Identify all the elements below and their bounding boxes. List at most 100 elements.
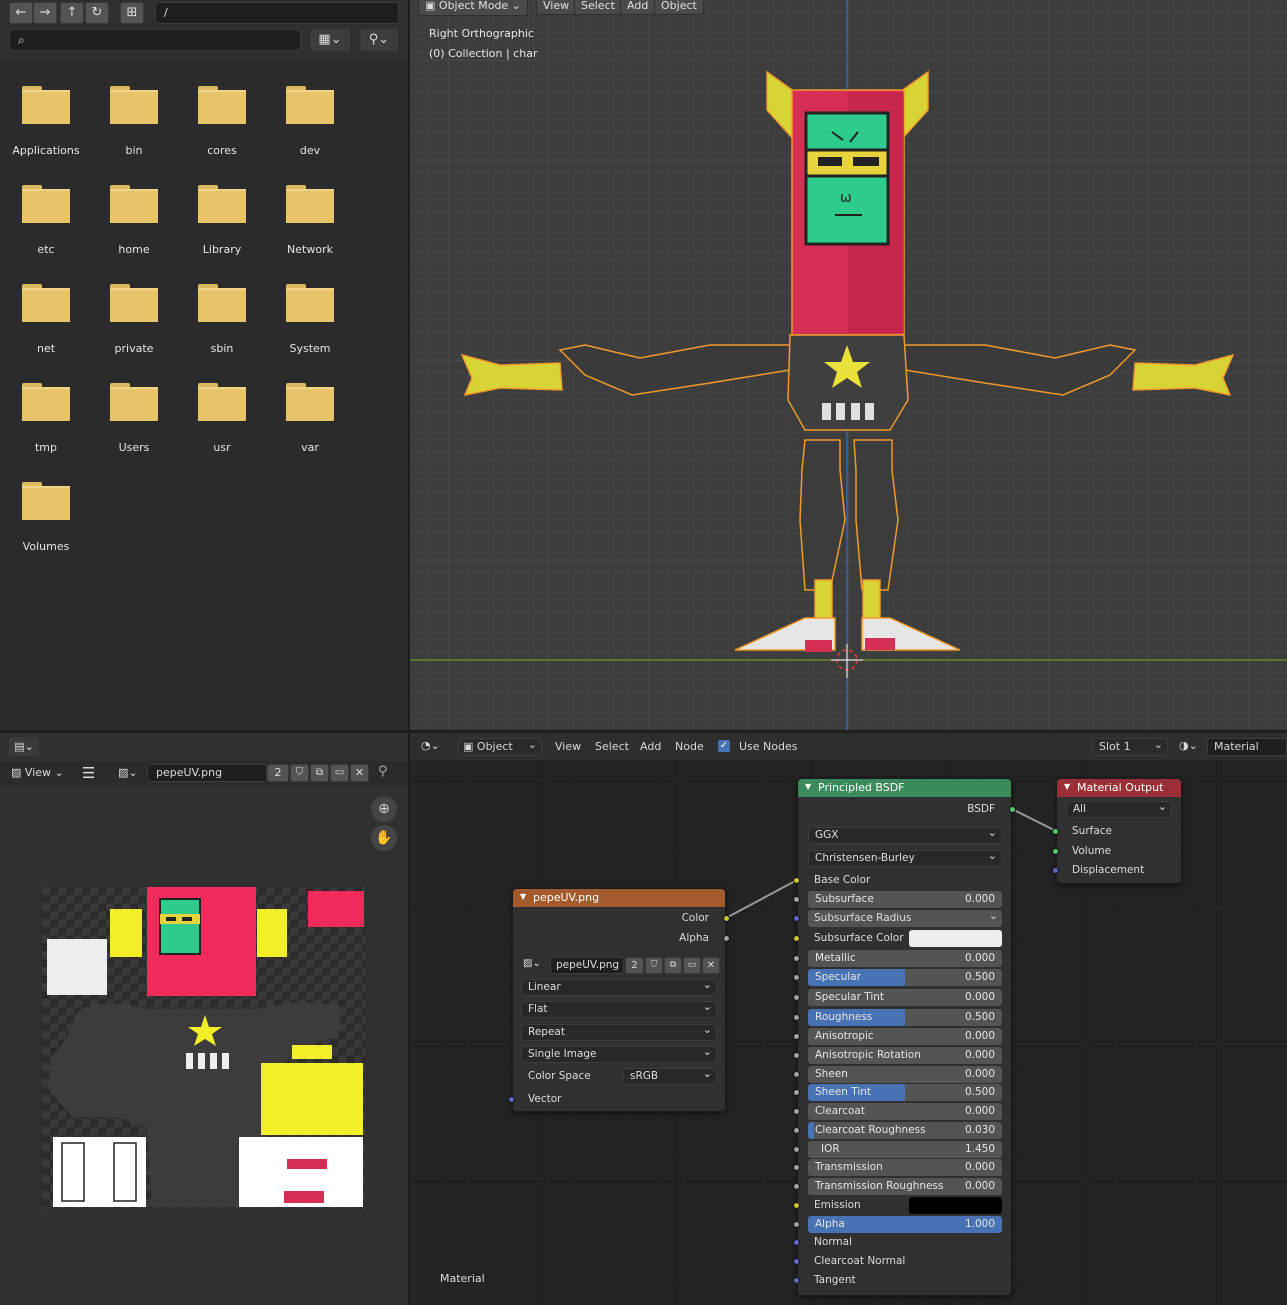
input-socket[interactable] (793, 1127, 800, 1134)
subsurface-method-select[interactable]: Christensen-Burley (808, 848, 1002, 867)
open-folder-icon[interactable]: ▭ (683, 957, 701, 974)
forward-arrow-icon[interactable]: → (33, 2, 57, 24)
extension-select[interactable]: Repeat (521, 1022, 717, 1041)
param-slider[interactable]: Anisotropic Rotation 0.000 (808, 1047, 1002, 1064)
param-slider[interactable]: Transmission 0.000 (808, 1159, 1002, 1176)
refresh-icon[interactable]: ↻ (85, 2, 109, 24)
subsurface-color-swatch[interactable] (909, 930, 1002, 947)
view-menu[interactable]: ▨ View ⌄ (11, 766, 64, 779)
volume-input-socket[interactable] (1052, 848, 1059, 855)
param-slider[interactable]: Transmission Roughness 0.000 (808, 1178, 1002, 1195)
input-socket[interactable] (793, 1221, 800, 1228)
back-arrow-icon[interactable]: ← (9, 2, 33, 24)
folder-item[interactable]: cores (177, 80, 265, 175)
parent-directory-icon[interactable]: ↑ (60, 2, 84, 24)
input-socket[interactable] (793, 1033, 800, 1040)
menu-node[interactable]: Node (675, 740, 704, 753)
image-name-field[interactable]: pepeUV.png (550, 957, 624, 974)
source-select[interactable]: Single Image (521, 1044, 717, 1063)
uv-texture-image[interactable] (42, 887, 365, 1209)
folder-item[interactable]: home (89, 179, 177, 274)
param-slider[interactable]: Roughness 0.500 (808, 1009, 1002, 1026)
input-socket[interactable] (793, 935, 800, 942)
folder-item[interactable]: bin (89, 80, 177, 175)
shader-type-select[interactable]: ▣ Object ⌄ (458, 738, 542, 756)
image-browse-icon[interactable]: ▨⌄ (523, 958, 541, 969)
input-socket[interactable] (793, 896, 800, 903)
displacement-input-socket[interactable] (1052, 867, 1059, 874)
unlink-close-icon[interactable]: ✕ (350, 764, 369, 782)
projection-select[interactable]: Flat (521, 999, 717, 1018)
folder-item[interactable]: Network (265, 179, 353, 274)
input-socket[interactable] (793, 1071, 800, 1078)
param-slider[interactable]: Anisotropic 0.000 (808, 1028, 1002, 1045)
principled-bsdf-node[interactable]: Principled BSDF ▼ BSDF GGX Christensen-B… (793, 778, 1016, 1296)
param-slider[interactable]: Clearcoat 0.000 (808, 1103, 1002, 1120)
interpolation-select[interactable]: Linear (521, 977, 717, 996)
fake-user-shield-icon[interactable]: ⛉ (290, 764, 309, 782)
target-select[interactable]: All (1066, 799, 1172, 818)
editor-type-icon[interactable]: ◔⌄ (421, 739, 440, 752)
bsdf-output-socket[interactable] (1009, 806, 1016, 813)
hamburger-menu-icon[interactable]: ☰ (82, 764, 95, 782)
param-slider[interactable]: Clearcoat Roughness 0.030 (808, 1122, 1002, 1139)
image-name-field[interactable]: pepeUV.png (147, 764, 267, 782)
menu-view[interactable]: View (536, 0, 577, 15)
menu-view[interactable]: View (555, 740, 581, 753)
param-slider[interactable]: Sheen 0.000 (808, 1066, 1002, 1083)
input-socket[interactable] (793, 1089, 800, 1096)
input-socket[interactable] (793, 1052, 800, 1059)
param-slider[interactable]: Metallic 0.000 (808, 950, 1002, 967)
param-slider[interactable]: Sheen Tint 0.500 (808, 1084, 1002, 1101)
input-socket[interactable] (793, 1258, 800, 1265)
duplicate-icon[interactable]: ⧉ (310, 764, 329, 782)
image-texture-node[interactable]: pepeUV.png ▼ Color Alpha ▨⌄ pepeUV.png 2… (508, 888, 730, 1112)
input-socket[interactable] (793, 915, 800, 922)
base-color-socket[interactable] (793, 877, 800, 884)
vector-input-socket[interactable] (508, 1096, 515, 1103)
display-mode-button[interactable]: ▦⌄ (310, 29, 350, 51)
path-field[interactable]: / (155, 2, 399, 24)
folder-item[interactable]: Users (89, 377, 177, 472)
image-browse-icon[interactable]: ▨⌄ (118, 766, 138, 779)
subsurface-radius-select[interactable]: Subsurface Radius (808, 907, 1002, 927)
folder-item[interactable]: tmp (1, 377, 89, 472)
input-socket[interactable] (793, 994, 800, 1001)
input-socket[interactable] (793, 974, 800, 981)
distribution-select[interactable]: GGX (808, 825, 1002, 844)
use-nodes-checkbox[interactable]: ✓ (718, 740, 730, 752)
input-socket[interactable] (793, 955, 800, 962)
input-socket[interactable] (793, 1202, 800, 1209)
folder-item[interactable]: etc (1, 179, 89, 274)
bsdf-node-title[interactable]: Principled BSDF (798, 779, 1011, 797)
input-socket[interactable] (793, 1146, 800, 1153)
folder-item[interactable]: net (1, 278, 89, 373)
folder-item[interactable]: var (265, 377, 353, 472)
pan-hand-icon[interactable]: ✋ (371, 825, 397, 851)
input-socket[interactable] (793, 1183, 800, 1190)
output-node-title[interactable]: Material Output (1057, 779, 1181, 797)
collapse-arrow-icon[interactable]: ▼ (805, 782, 811, 791)
mode-selector[interactable]: ▣ Object Mode ⌄ (418, 0, 528, 16)
input-socket[interactable] (793, 1277, 800, 1284)
param-slider[interactable]: Subsurface 0.000 (808, 891, 1002, 908)
editor-type-icon[interactable]: ▤⌄ (9, 737, 39, 756)
duplicate-icon[interactable]: ⧉ (664, 957, 682, 974)
character-model[interactable]: ω (410, 0, 1287, 730)
folder-item[interactable]: usr (177, 377, 265, 472)
collapse-arrow-icon[interactable]: ▼ (520, 892, 526, 901)
menu-select[interactable]: Select (595, 740, 629, 753)
fake-user-shield-icon[interactable]: ⛉ (645, 957, 663, 974)
folder-item[interactable]: dev (265, 80, 353, 175)
color-space-select[interactable]: sRGB (623, 1066, 717, 1085)
new-folder-icon[interactable]: ⊞ (120, 2, 144, 24)
menu-select[interactable]: Select (574, 0, 622, 15)
material-name-field[interactable]: Material (1207, 738, 1287, 756)
folder-item[interactable]: System (265, 278, 353, 373)
open-folder-icon[interactable]: ▭ (330, 764, 349, 782)
menu-add[interactable]: Add (640, 740, 661, 753)
param-slider[interactable]: Specular Tint 0.000 (808, 989, 1002, 1006)
folder-item[interactable]: Applications (1, 80, 89, 175)
input-socket[interactable] (793, 1164, 800, 1171)
folder-item[interactable]: private (89, 278, 177, 373)
